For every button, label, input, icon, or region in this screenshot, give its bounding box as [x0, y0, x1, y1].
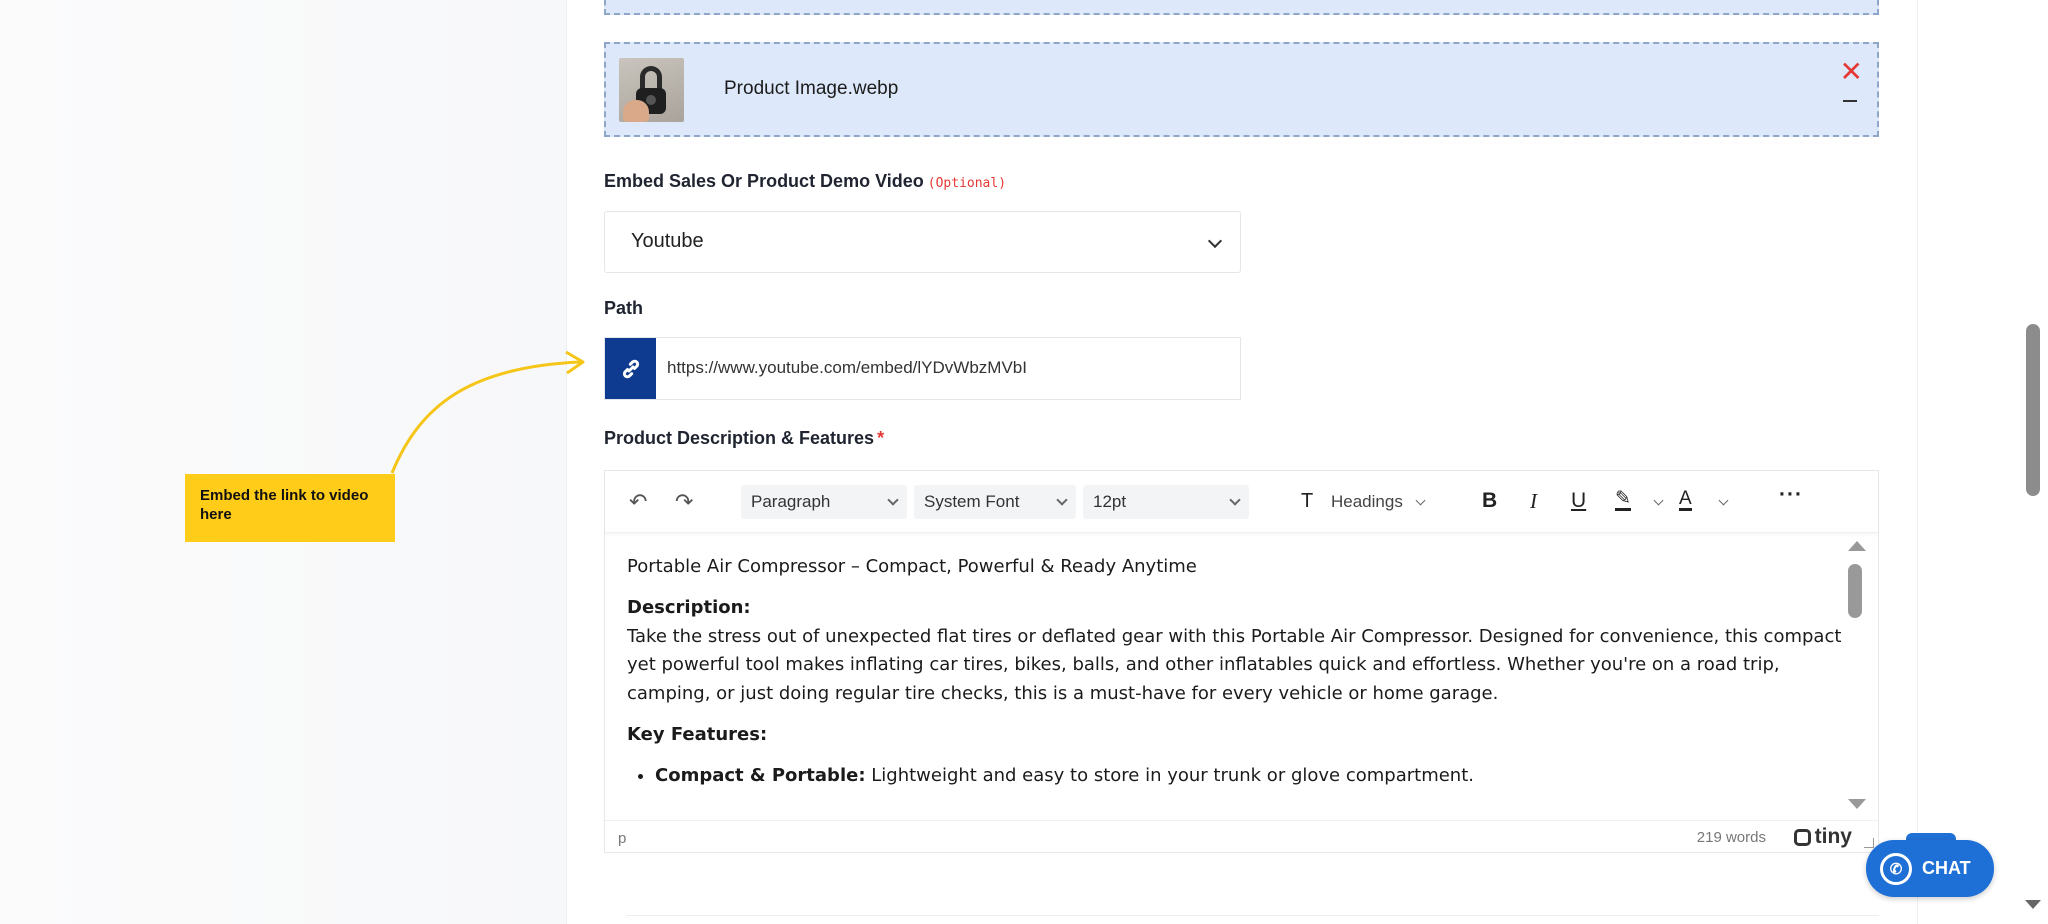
required-marker: *: [877, 428, 885, 448]
description-body: Take the stress out of unexpected flat t…: [627, 625, 1842, 705]
list-item: Compact & Portable: Lightweight and easy…: [655, 762, 1842, 791]
video-label: Embed Sales Or Product Demo Video (Option…: [604, 171, 1007, 191]
divider: [626, 915, 1879, 916]
phone-icon: ✆: [1880, 852, 1912, 885]
uploaded-file-row: Product Image.webp ✕: [604, 42, 1879, 137]
rich-text-editor: ↶ ↷ Paragraph System Font 12pt T Heading…: [604, 470, 1879, 853]
font-family-select[interactable]: System Font: [914, 485, 1076, 519]
tiny-logo-icon: [1793, 828, 1811, 846]
scroll-up-arrow[interactable]: [1848, 541, 1866, 551]
chevron-down-icon: [1415, 495, 1426, 506]
collapse-icon[interactable]: [1843, 100, 1857, 102]
video-platform-select[interactable]: Youtube: [604, 211, 1241, 273]
resize-handle-icon[interactable]: [1864, 838, 1874, 848]
editor-statusbar: p 219 words tiny: [605, 820, 1878, 852]
video-platform-value: Youtube: [631, 230, 704, 252]
more-icon[interactable]: ···: [1779, 483, 1803, 507]
font-size-select[interactable]: 12pt: [1083, 485, 1249, 519]
description-heading: Description:: [627, 596, 751, 618]
tiny-logo[interactable]: tiny: [1793, 825, 1852, 849]
product-thumbnail[interactable]: [619, 58, 684, 122]
description-label: Product Description & Features *: [604, 428, 885, 448]
scroll-down-arrow[interactable]: [1848, 799, 1866, 809]
undo-icon[interactable]: ↶: [629, 489, 647, 515]
chevron-down-icon: [1653, 495, 1664, 506]
text-style-icon[interactable]: T: [1301, 490, 1313, 513]
optional-tag: (Optional): [927, 176, 1007, 191]
redo-icon[interactable]: ↷: [675, 489, 693, 515]
features-list: Compact & Portable: Lightweight and easy…: [655, 762, 1842, 791]
file-name: Product Image.webp: [724, 78, 899, 99]
annotation-arrow: [390, 350, 585, 474]
link-icon[interactable]: [605, 338, 656, 399]
features-heading: Key Features:: [627, 723, 768, 745]
word-count[interactable]: 219 words: [1697, 829, 1766, 846]
chevron-down-icon: [1718, 495, 1729, 506]
editor-toolbar: ↶ ↷ Paragraph System Font 12pt T Heading…: [605, 471, 1878, 533]
content-title: Portable Air Compressor – Compact, Power…: [627, 556, 1197, 577]
text-color-icon[interactable]: A: [1679, 489, 1692, 511]
page-scroll-down-arrow[interactable]: [2025, 900, 2041, 909]
path-label: Path: [604, 298, 644, 318]
page-scrollbar[interactable]: [2026, 324, 2040, 496]
editor-content[interactable]: Portable Air Compressor – Compact, Power…: [627, 553, 1842, 815]
underline-icon[interactable]: U: [1571, 489, 1586, 513]
editor-scrollbar[interactable]: [1848, 564, 1862, 618]
highlight-icon[interactable]: ✎: [1615, 489, 1631, 511]
video-url-input[interactable]: [667, 348, 1227, 388]
chevron-down-icon: [1207, 233, 1223, 249]
headings-dropdown[interactable]: Headings: [1331, 492, 1403, 512]
block-format-select[interactable]: Paragraph: [741, 485, 907, 519]
annotation-callout: Embed the link to video here: [185, 474, 395, 542]
upload-row-previous: [604, 0, 1879, 15]
path-field: [604, 337, 1241, 400]
remove-file-icon[interactable]: ✕: [1840, 58, 1863, 86]
bold-icon[interactable]: B: [1482, 489, 1497, 513]
italic-icon[interactable]: I: [1530, 489, 1537, 514]
chat-button[interactable]: ✆ CHAT: [1866, 840, 1994, 897]
element-path[interactable]: p: [618, 830, 626, 847]
